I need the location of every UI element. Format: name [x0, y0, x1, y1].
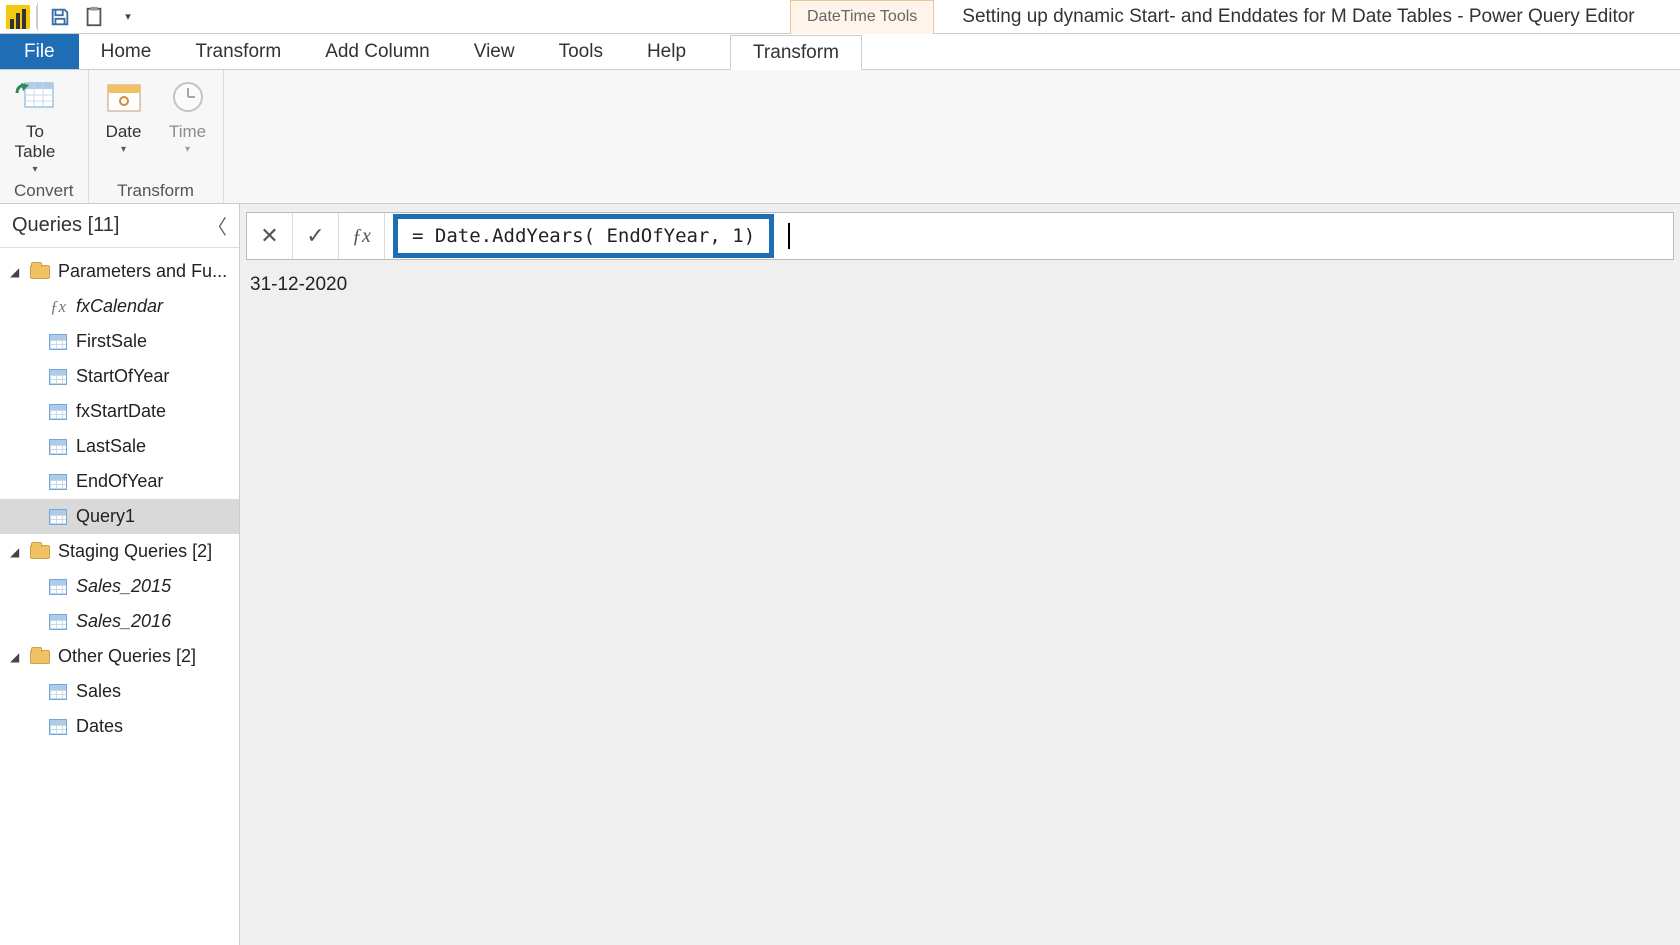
query-item[interactable]: Dates	[0, 709, 239, 744]
tab-add-column[interactable]: Add Column	[303, 34, 452, 69]
tab-view[interactable]: View	[452, 34, 537, 69]
document-title: Setting up dynamic Start- and Enddates f…	[962, 6, 1634, 28]
query-item[interactable]: Sales	[0, 674, 239, 709]
commit-formula-button[interactable]: ✓	[293, 213, 339, 259]
tab-transform-context[interactable]: Transform	[730, 35, 862, 70]
query-item[interactable]: LastSale	[0, 429, 239, 464]
query-item[interactable]: fxStartDate	[0, 394, 239, 429]
clock-icon	[167, 76, 209, 118]
title-bar: ▾ DateTime Tools Setting up dynamic Star…	[0, 0, 1680, 34]
chevron-down-icon: ▾	[121, 144, 126, 155]
fx-button[interactable]: ƒx	[339, 213, 385, 259]
tab-tools[interactable]: Tools	[537, 34, 625, 69]
ribbon-group-transform: Date ▾ Time ▾ Transform	[89, 70, 224, 203]
query-item[interactable]: Query1	[0, 499, 239, 534]
formula-input-wrap[interactable]: = Date.AddYears( EndOfYear, 1)	[385, 214, 1673, 258]
ribbon-group-label: Convert	[14, 177, 74, 201]
queries-pane: Queries [11] 〈 ◢Parameters and Fu...ƒxfx…	[0, 204, 240, 945]
main: Queries [11] 〈 ◢Parameters and Fu...ƒxfx…	[0, 204, 1680, 945]
queries-header: Queries [11] 〈	[0, 204, 239, 248]
queries-title: Queries [11]	[12, 214, 119, 237]
formula-input[interactable]: = Date.AddYears( EndOfYear, 1)	[393, 214, 774, 258]
query-item[interactable]: StartOfYear	[0, 359, 239, 394]
ribbon-group-convert: To Table ▾ Convert	[0, 70, 89, 203]
formula-bar: ✕ ✓ ƒx = Date.AddYears( EndOfYear, 1)	[246, 212, 1674, 260]
paste-icon[interactable]	[80, 3, 108, 31]
contextual-tool-tab[interactable]: DateTime Tools	[790, 0, 934, 34]
queries-tree: ◢Parameters and Fu...ƒxfxCalendarFirstSa…	[0, 248, 239, 750]
result-value: 31-12-2020	[240, 260, 1680, 310]
query-item[interactable]: Sales_2015	[0, 569, 239, 604]
chevron-down-icon: ▾	[32, 164, 37, 175]
tab-file[interactable]: File	[0, 34, 79, 69]
save-icon[interactable]	[46, 3, 74, 31]
query-item[interactable]: ƒxfxCalendar	[0, 289, 239, 324]
query-item[interactable]: Sales_2016	[0, 604, 239, 639]
ribbon-group-label: Transform	[103, 177, 209, 201]
cancel-formula-button[interactable]: ✕	[247, 213, 293, 259]
query-item[interactable]: FirstSale	[0, 324, 239, 359]
content-area: ✕ ✓ ƒx = Date.AddYears( EndOfYear, 1) 31…	[240, 204, 1680, 945]
qat-dropdown-icon[interactable]: ▾	[114, 3, 142, 31]
text-cursor	[788, 223, 790, 249]
tab-home[interactable]: Home	[79, 34, 174, 69]
query-group[interactable]: ◢Staging Queries [2]	[0, 534, 239, 569]
chevron-down-icon: ▾	[185, 144, 190, 155]
app-icon	[6, 5, 30, 29]
ribbon: To Table ▾ Convert Date ▾ Time ▾ Tran	[0, 70, 1680, 204]
to-table-icon	[14, 76, 56, 118]
query-group[interactable]: ◢Other Queries [2]	[0, 639, 239, 674]
to-table-button[interactable]: To Table ▾	[14, 76, 56, 175]
tab-transform[interactable]: Transform	[173, 34, 303, 69]
date-label: Date	[106, 122, 142, 142]
ribbon-tabs: File Home Transform Add Column View Tool…	[0, 34, 1680, 70]
query-item[interactable]: EndOfYear	[0, 464, 239, 499]
time-button[interactable]: Time ▾	[167, 76, 209, 155]
tab-help[interactable]: Help	[625, 34, 708, 69]
time-label: Time	[169, 122, 206, 142]
quick-access-toolbar: ▾	[37, 3, 150, 31]
query-group[interactable]: ◢Parameters and Fu...	[0, 254, 239, 289]
date-button[interactable]: Date ▾	[103, 76, 145, 155]
collapse-pane-icon[interactable]: 〈	[207, 211, 227, 240]
calendar-icon	[103, 76, 145, 118]
to-table-label: To Table	[15, 122, 56, 162]
